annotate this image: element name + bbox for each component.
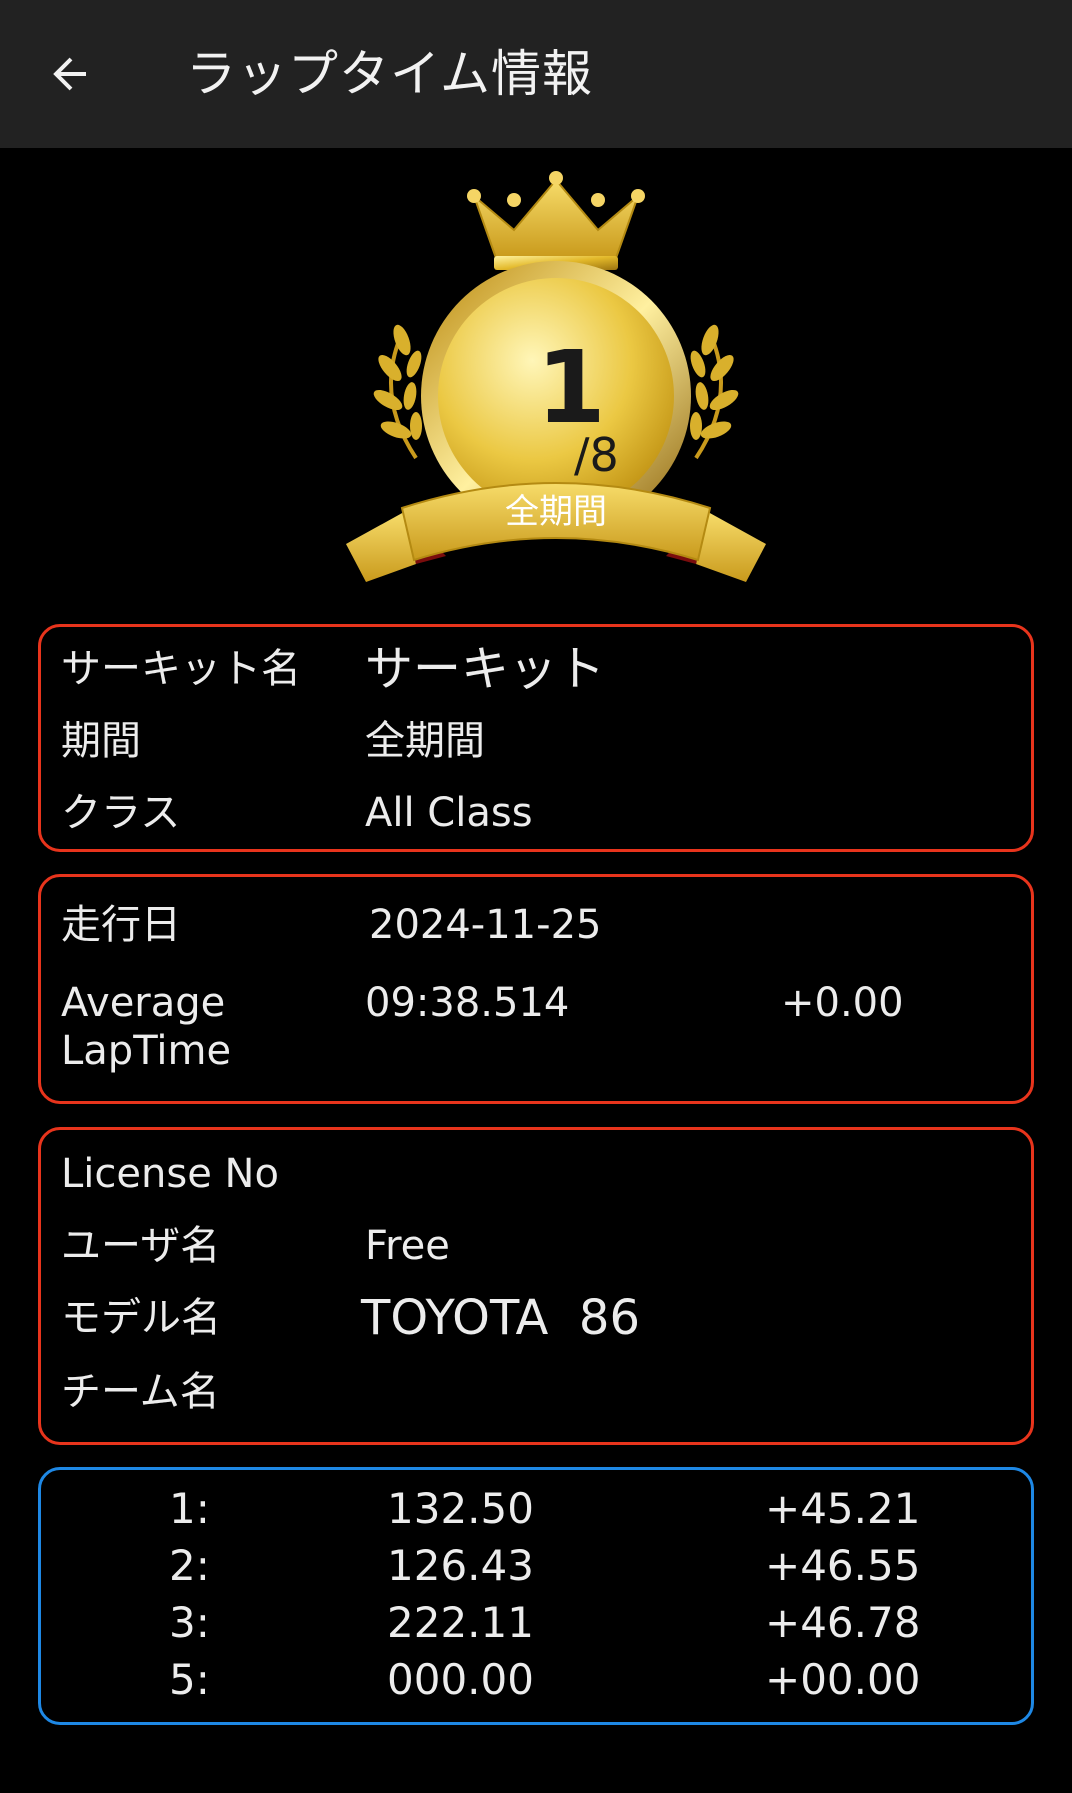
lap-index: 2: [169,1541,210,1590]
lap-gap: +46.55 [765,1541,921,1590]
lap-row: 2: 126.43 +46.55 [41,1539,1031,1593]
average-laptime-diff: +0.00 [781,980,904,1026]
model-value: TOYOTA 86 [361,1290,640,1346]
lap-gap: +45.21 [765,1484,921,1533]
lap-index: 5: [169,1655,210,1704]
back-button[interactable] [32,36,108,112]
circuit-label: サーキット名 [61,646,301,692]
user-info-card: License No ユーザ名 Free モデル名 TOYOTA 86 チーム名 [38,1127,1034,1445]
rank-badge: 1 /8 全期間 [346,168,766,608]
user-row: ユーザ名 Free [41,1222,1031,1282]
rank-total: /8 [574,428,619,482]
date-value: 2024-11-25 [369,902,602,948]
team-label: チーム名 [61,1369,220,1415]
class-row: クラス All Class [41,789,1031,849]
user-value: Free [365,1223,450,1269]
average-label-line1: Average [61,980,226,1026]
app-bar: ラップタイム情報 [0,0,1072,148]
class-label: クラス [61,790,181,836]
date-label: 走行日 [61,902,181,948]
lap-gap: +46.78 [765,1598,921,1647]
lap-index: 1: [169,1484,210,1533]
lap-row: 3: 222.11 +46.78 [41,1596,1031,1650]
circuit-info-card: サーキット名 サーキット 期間 全期間 クラス All Class [38,624,1034,852]
class-value: All Class [365,790,533,836]
lap-times-card: 1: 132.50 +45.21 2: 126.43 +46.55 3: 222.11 +46.… [38,1467,1034,1725]
date-row: 走行日 2024-11-25 [41,901,1031,961]
license-row: License No [41,1150,1031,1210]
period-row: 期間 全期間 [41,717,1031,777]
team-row: チーム名 [41,1368,1031,1428]
model-row: モデル名 TOYOTA 86 [41,1290,1031,1354]
lap-time: 132.50 [387,1484,534,1533]
arrow-left-icon [53,57,86,91]
user-label: ユーザ名 [61,1223,221,1269]
lap-time: 000.00 [387,1655,534,1704]
period-value: 全期間 [365,718,485,764]
average-label-line2: LapTime [61,1028,232,1074]
circuit-value: サーキット [365,641,606,697]
period-label: 期間 [61,718,141,764]
model-label: モデル名 [61,1295,221,1341]
run-info-card: 走行日 2024-11-25 Average LapTime 09:38.514… [38,874,1034,1104]
average-laptime-value: 09:38.514 [365,980,570,1026]
average-laptime-row: Average LapTime 09:38.514 +0.00 [41,979,1031,1089]
page-title: ラップタイム情報 [186,45,593,103]
rank-number: 1 [536,329,606,446]
lap-gap: +00.00 [765,1655,921,1704]
circuit-row: サーキット名 サーキット [41,641,1031,705]
lap-index: 3: [169,1598,210,1647]
lap-time: 222.11 [387,1598,534,1647]
lap-time: 126.43 [387,1541,534,1590]
license-label: License No [61,1151,279,1197]
lap-row: 5: 000.00 +00.00 [41,1653,1031,1707]
ribbon-period-label: 全期間 [505,492,607,532]
lap-row: 1: 132.50 +45.21 [41,1482,1031,1536]
